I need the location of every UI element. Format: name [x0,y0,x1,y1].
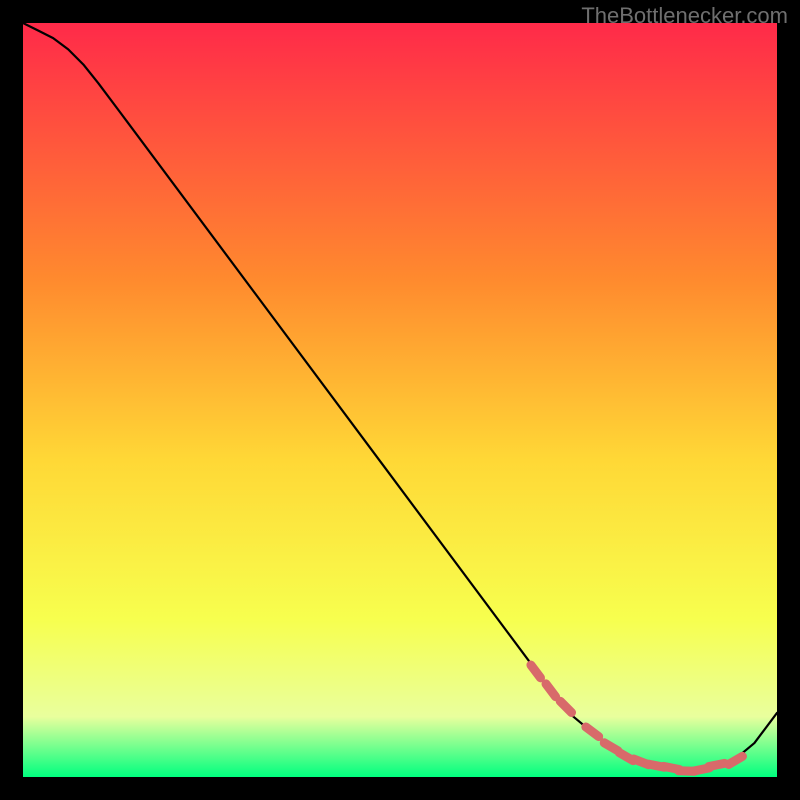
marker-point [709,763,725,766]
plot-area [23,23,777,777]
chart-container: TheBottlenecker.com [0,0,800,800]
gradient-background [23,23,777,777]
bottleneck-plot [23,23,777,777]
